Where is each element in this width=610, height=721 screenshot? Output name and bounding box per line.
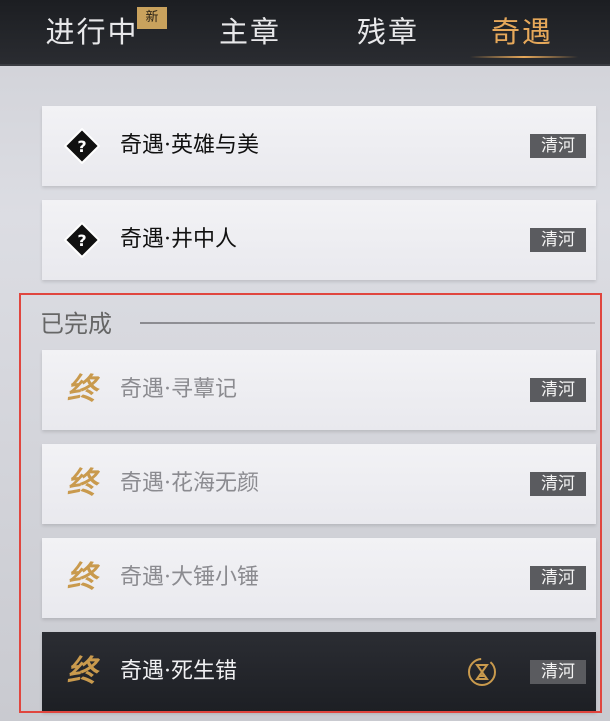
active-tab-indicator xyxy=(470,56,578,58)
region-tag: 清河 xyxy=(530,134,586,158)
tab-in-progress[interactable]: 进行中 xyxy=(44,8,140,56)
tab-fragment-chapter[interactable]: 残章 xyxy=(346,8,430,56)
tab-main-chapter[interactable]: 主章 xyxy=(208,8,292,56)
svg-text:?: ? xyxy=(77,137,86,156)
new-badge: 新 xyxy=(137,7,167,29)
region-tag: 清河 xyxy=(530,228,586,252)
quest-card[interactable]: ? 奇遇·英雄与美 清河 xyxy=(42,106,596,186)
quest-title: 奇遇·井中人 xyxy=(120,227,237,252)
quest-card[interactable]: ? 奇遇·井中人 清河 xyxy=(42,200,596,280)
question-diamond-icon: ? xyxy=(64,222,100,258)
quest-title: 奇遇·英雄与美 xyxy=(120,133,259,158)
highlight-box xyxy=(19,293,602,713)
svg-text:?: ? xyxy=(77,231,86,250)
tab-encounter[interactable]: 奇遇 xyxy=(480,8,564,56)
tab-bar: 进行中 新 主章 残章 奇遇 xyxy=(0,0,610,66)
question-diamond-icon: ? xyxy=(64,128,100,164)
